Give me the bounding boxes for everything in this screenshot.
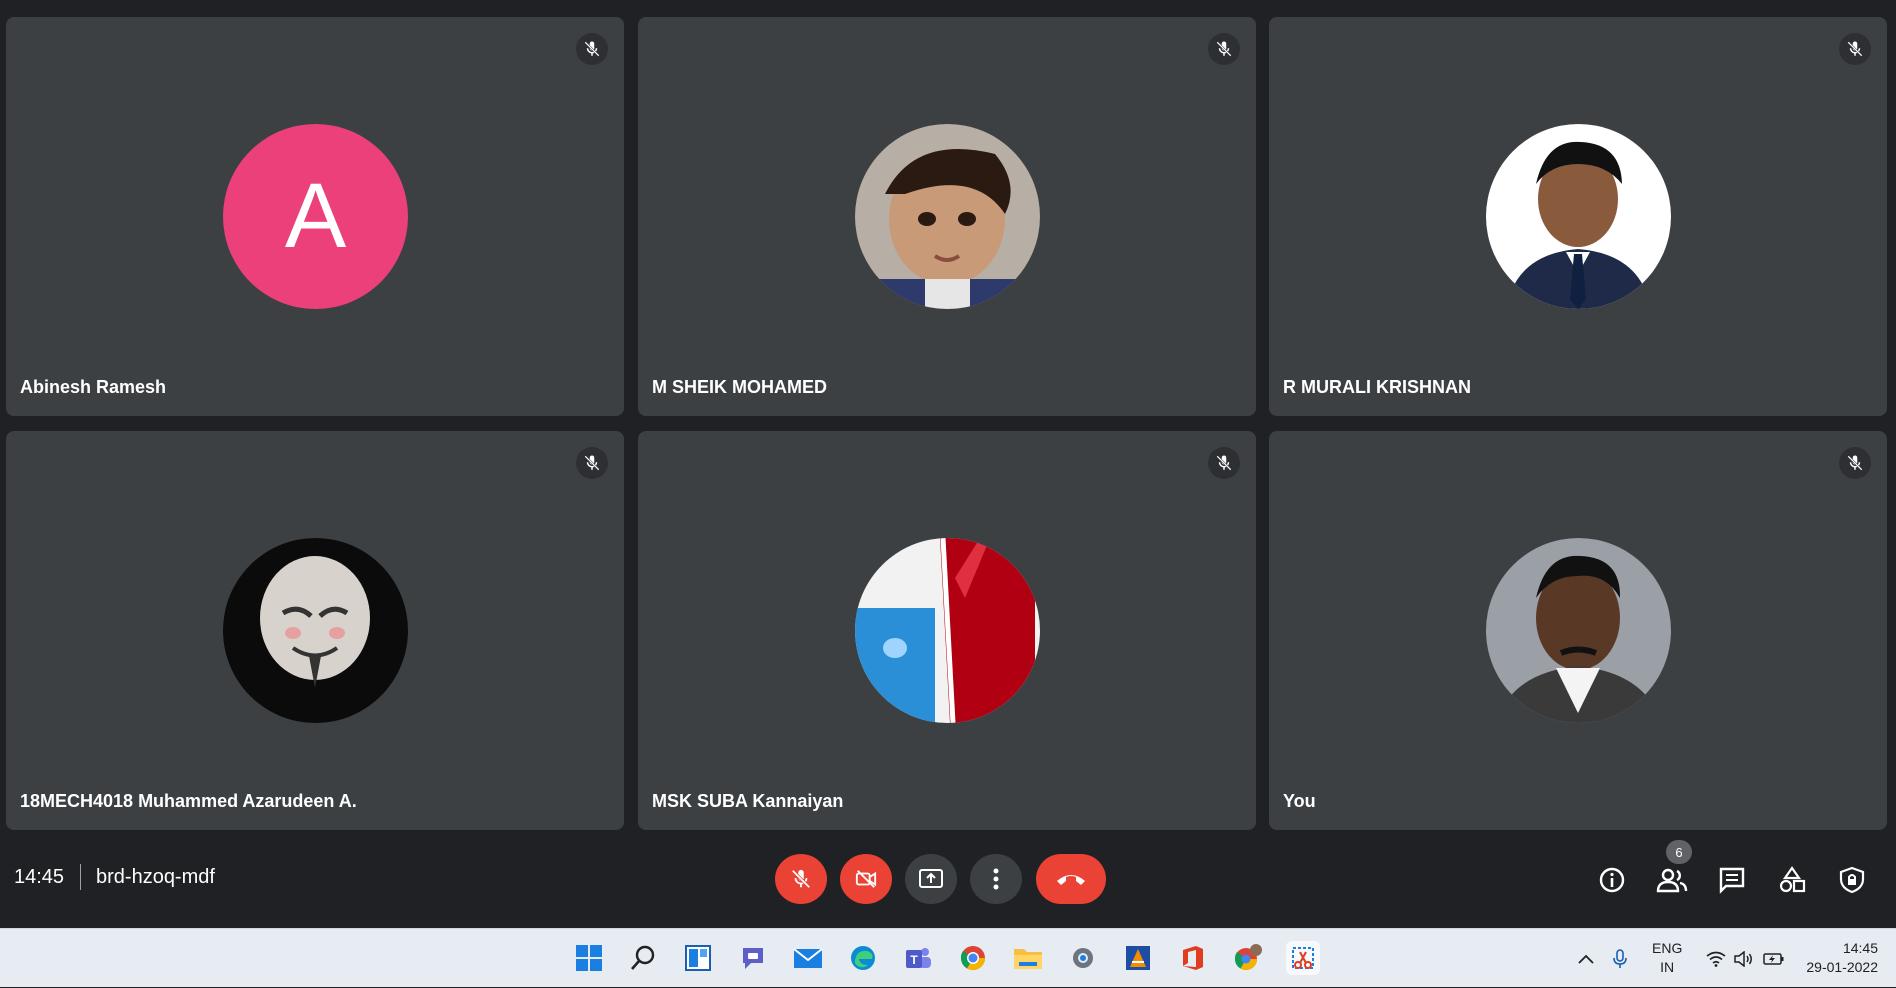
chrome-button[interactable]	[956, 941, 990, 975]
info-icon	[1599, 867, 1625, 893]
more-vert-icon	[993, 868, 999, 890]
mic-off-icon	[1208, 33, 1240, 65]
call-end-icon	[1057, 875, 1085, 885]
mic-off-icon	[576, 33, 608, 65]
volume-icon	[1734, 950, 1752, 967]
taskbar-clock[interactable]: 14:45 29-01-2022	[1806, 939, 1878, 977]
taskbar-time: 14:45	[1842, 940, 1878, 956]
file-explorer-button[interactable]	[1011, 941, 1045, 975]
scissors-icon	[1292, 947, 1314, 969]
wifi-icon	[1706, 951, 1726, 967]
meeting-details-button[interactable]	[1590, 858, 1634, 902]
avatar	[855, 124, 1040, 309]
people-count-badge: 6	[1666, 840, 1692, 864]
mail-button[interactable]	[791, 941, 825, 975]
volume-tray-button[interactable]	[1732, 929, 1756, 988]
participant-name: R MURALI KRISHNAN	[1283, 377, 1471, 397]
chat-icon	[743, 948, 763, 969]
participant-name: You	[1283, 791, 1316, 811]
participant-name: M SHEIK MOHAMED	[652, 377, 827, 397]
participant-tile[interactable]: M SHEIK MOHAMED	[638, 17, 1256, 416]
vlc-icon	[1126, 946, 1150, 970]
avatar	[855, 538, 1040, 723]
mic-off-icon	[576, 447, 608, 479]
language-code: ENG	[1652, 940, 1683, 956]
chat-icon	[1719, 867, 1745, 894]
show-hidden-icons-button[interactable]	[1574, 929, 1598, 988]
meet-window: A Abinesh Ramesh M SHEIK MOHAMED R MURAL…	[0, 0, 1896, 928]
participant-name: MSK SUBA Kannaiyan	[652, 791, 844, 811]
chrome-icon	[960, 946, 985, 971]
language-indicator[interactable]: ENG IN	[1652, 939, 1682, 977]
taskbar-date: 29-01-2022	[1806, 959, 1878, 975]
avatar	[1486, 538, 1671, 723]
windows-logo-icon	[576, 945, 602, 971]
teams-button[interactable]: T	[901, 941, 935, 975]
camera-toggle-button[interactable]	[840, 854, 892, 904]
widgets-button[interactable]	[681, 941, 715, 975]
participant-name: 18MECH4018 Muhammed Azarudeen A.	[20, 791, 357, 811]
edge-icon	[851, 946, 875, 970]
office-button[interactable]	[1176, 941, 1210, 975]
meeting-time: 14:45	[14, 866, 65, 888]
battery-charging-icon	[1763, 952, 1784, 965]
edge-button[interactable]	[846, 941, 880, 975]
meeting-code: brd-hzoq-mdf	[96, 866, 215, 888]
participant-tile[interactable]: R MURALI KRISHNAN	[1269, 17, 1887, 416]
present-icon	[919, 869, 943, 888]
start-button[interactable]	[572, 941, 606, 975]
chrome-profile-button[interactable]	[1231, 941, 1265, 975]
leave-call-button[interactable]	[1036, 854, 1106, 904]
mic-off-icon	[1839, 447, 1871, 479]
camera-off-icon	[855, 870, 877, 888]
search-icon	[631, 945, 655, 970]
chrome-icon	[1234, 944, 1262, 970]
participant-tile[interactable]: 18MECH4018 Muhammed Azarudeen A.	[6, 431, 624, 830]
battery-tray-button[interactable]	[1762, 929, 1786, 988]
mail-icon	[793, 948, 823, 968]
divider	[80, 864, 81, 890]
region-code: IN	[1660, 959, 1675, 975]
windows-taskbar: T ENG IN 14:45 29-01-2022	[0, 928, 1896, 987]
activities-button[interactable]	[1770, 858, 1814, 902]
settings-button[interactable]	[1066, 941, 1100, 975]
chevron-up-icon	[1578, 954, 1594, 964]
participant-name: Abinesh Ramesh	[20, 377, 167, 397]
teams-chat-button[interactable]	[736, 941, 770, 975]
search-button[interactable]	[626, 941, 660, 975]
office-icon	[1183, 946, 1203, 970]
activities-icon	[1779, 866, 1806, 893]
participant-tile[interactable]: A Abinesh Ramesh	[6, 17, 624, 416]
meeting-controls-bar: 14:45 brd-hzoq-mdf 6	[0, 840, 1896, 915]
wifi-tray-button[interactable]	[1704, 929, 1728, 988]
participant-tile[interactable]: MSK SUBA Kannaiyan	[638, 431, 1256, 830]
people-icon	[1656, 868, 1688, 893]
mic-off-icon	[1208, 447, 1240, 479]
more-options-button[interactable]	[970, 854, 1022, 904]
present-button[interactable]	[905, 854, 957, 904]
snipping-tool-button[interactable]	[1286, 941, 1320, 975]
participant-tile[interactable]: You	[1269, 431, 1887, 830]
folder-icon	[1014, 949, 1042, 969]
host-controls-button[interactable]	[1830, 858, 1874, 902]
vlc-button[interactable]	[1121, 941, 1155, 975]
widgets-icon	[685, 945, 711, 971]
chat-button[interactable]	[1710, 858, 1754, 902]
people-button[interactable]	[1650, 858, 1694, 902]
shield-lock-icon	[1839, 866, 1865, 894]
avatar: A	[223, 124, 408, 309]
microphone-icon	[1613, 948, 1627, 968]
microphone-tray-button[interactable]	[1608, 929, 1632, 988]
gear-icon	[1073, 948, 1093, 968]
avatar	[1486, 124, 1671, 309]
teams-icon: T	[906, 948, 931, 968]
mic-off-icon	[1839, 33, 1871, 65]
svg-text:T: T	[910, 953, 918, 967]
mic-toggle-button[interactable]	[775, 854, 827, 904]
avatar	[223, 538, 408, 723]
mic-off-icon	[791, 869, 811, 889]
